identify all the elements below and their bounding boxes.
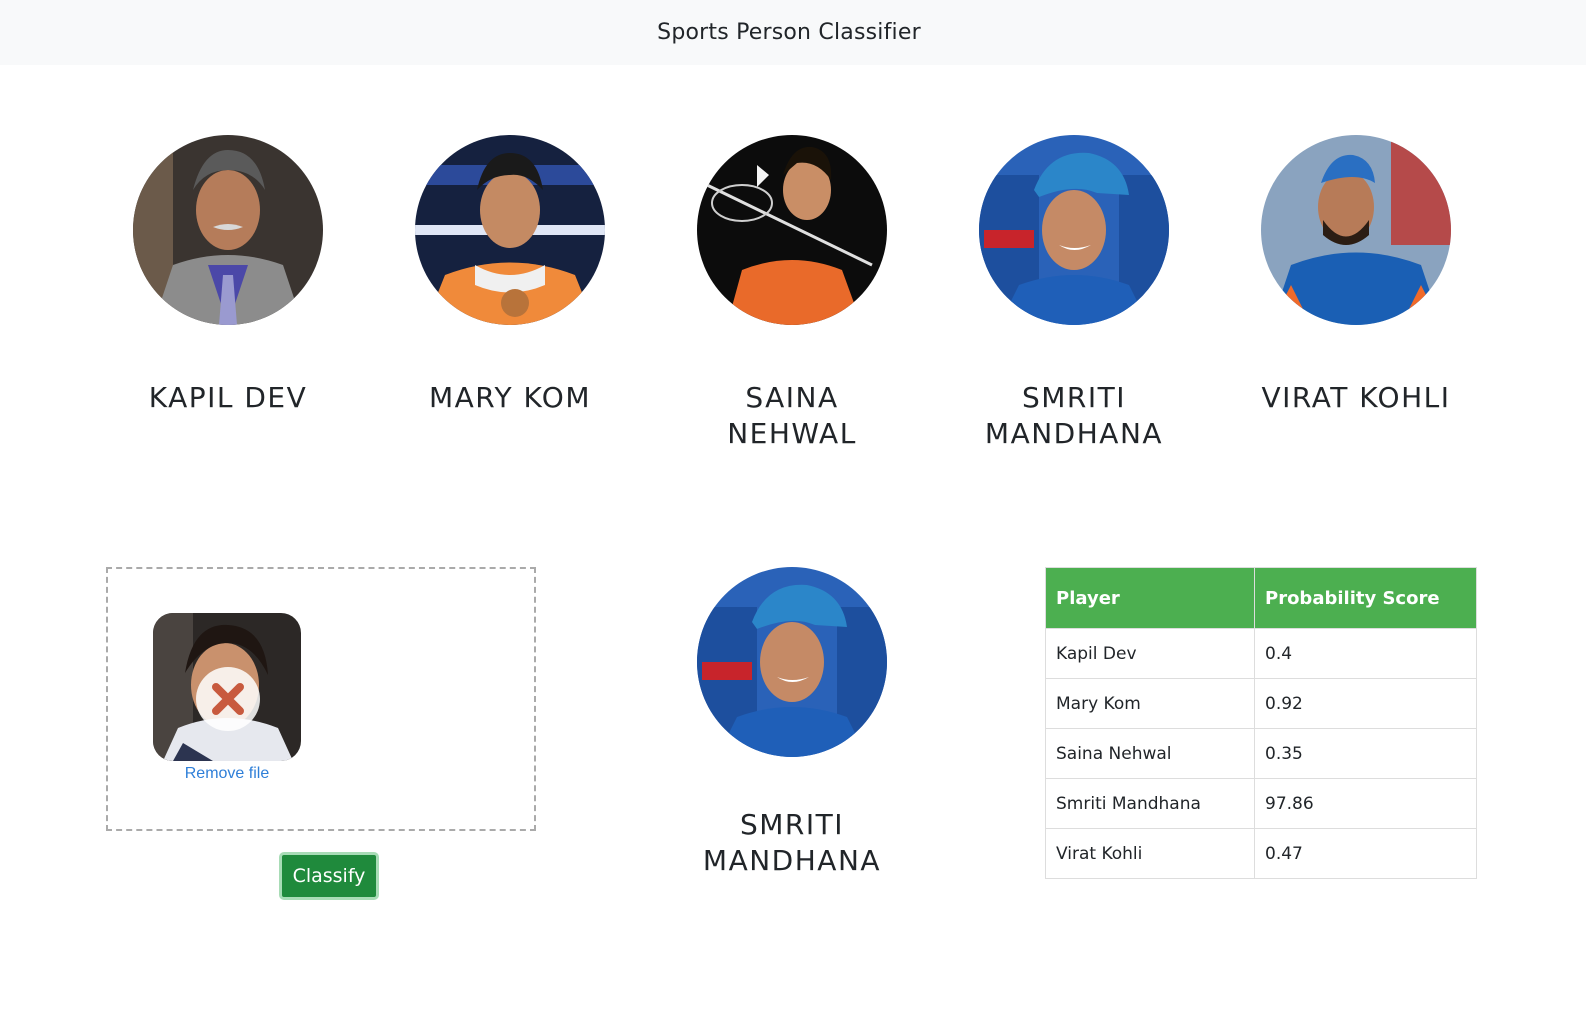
result-player-name: SMRITI MANDHANA xyxy=(702,808,882,877)
classification-result: SMRITI MANDHANA xyxy=(650,567,934,879)
player-cell: Virat Kohli xyxy=(1045,828,1255,879)
column-header-probability-score: Probability Score xyxy=(1254,567,1477,629)
player-name-line: VIRAT KOHLI xyxy=(1261,381,1451,414)
player-name-line: MARY KOM xyxy=(428,381,591,414)
uploaded-image-thumbnail xyxy=(153,613,301,761)
remove-file-link[interactable]: Remove file xyxy=(152,765,302,783)
player-photo-kapil-dev xyxy=(133,135,323,325)
player-name-saina-nehwal: SAINA NEHWAL xyxy=(652,380,932,452)
player-card-saina-nehwal: SAINA NEHWAL xyxy=(652,135,932,452)
player-card-mary-kom: MARY KOM xyxy=(370,135,650,416)
result-player-photo xyxy=(697,567,887,757)
column-header-player: Player xyxy=(1045,567,1255,629)
player-cell: Saina Nehwal xyxy=(1045,728,1255,779)
player-name-line: SMRITI xyxy=(1021,381,1126,414)
player-name-line: KAPIL DEV xyxy=(148,381,308,414)
score-cell: 0.92 xyxy=(1254,678,1477,729)
player-cell: Kapil Dev xyxy=(1045,628,1255,679)
player-card-kapil-dev: KAPIL DEV xyxy=(88,135,368,416)
player-name-line: SAINA xyxy=(745,381,839,414)
player-card-virat-kohli: VIRAT KOHLI xyxy=(1216,135,1496,416)
player-photo-virat-kohli xyxy=(1261,135,1451,325)
score-cell: 97.86 xyxy=(1254,778,1477,829)
table-row: Saina Nehwal 0.35 xyxy=(1045,728,1477,779)
upload-error-icon xyxy=(196,667,260,731)
table-row: Kapil Dev 0.4 xyxy=(1045,628,1477,679)
player-name-mary-kom: MARY KOM xyxy=(370,380,650,416)
app-title[interactable]: Sports Person Classifier xyxy=(657,20,921,45)
table-header-row: Player Probability Score xyxy=(1045,567,1477,629)
dropzone-file-preview: Remove file xyxy=(152,613,302,783)
player-name-kapil-dev: KAPIL DEV xyxy=(88,380,368,416)
player-name-line: MANDHANA xyxy=(984,417,1164,450)
table-row: Virat Kohli 0.47 xyxy=(1045,828,1477,879)
image-dropzone[interactable]: Remove file xyxy=(106,567,536,831)
player-photo-mary-kom xyxy=(415,135,605,325)
player-name-smriti-mandhana: SMRITI MANDHANA xyxy=(934,380,1214,452)
score-cell: 0.47 xyxy=(1254,828,1477,879)
score-cell: 0.35 xyxy=(1254,728,1477,779)
player-name-virat-kohli: VIRAT KOHLI xyxy=(1216,380,1496,416)
classify-button[interactable]: Classify xyxy=(279,852,379,900)
player-photo-saina-nehwal xyxy=(697,135,887,325)
player-photo-smriti-mandhana xyxy=(979,135,1169,325)
player-card-smriti-mandhana: SMRITI MANDHANA xyxy=(934,135,1214,452)
table-row: Smriti Mandhana 97.86 xyxy=(1045,778,1477,829)
score-cell: 0.4 xyxy=(1254,628,1477,679)
player-cell: Smriti Mandhana xyxy=(1045,778,1255,829)
player-name-line: NEHWAL xyxy=(727,417,857,450)
player-cell: Mary Kom xyxy=(1045,678,1255,729)
table-row: Mary Kom 0.92 xyxy=(1045,678,1477,729)
top-navbar: Sports Person Classifier xyxy=(0,0,1586,65)
probability-score-table: Player Probability Score Kapil Dev 0.4 M… xyxy=(1045,567,1477,879)
